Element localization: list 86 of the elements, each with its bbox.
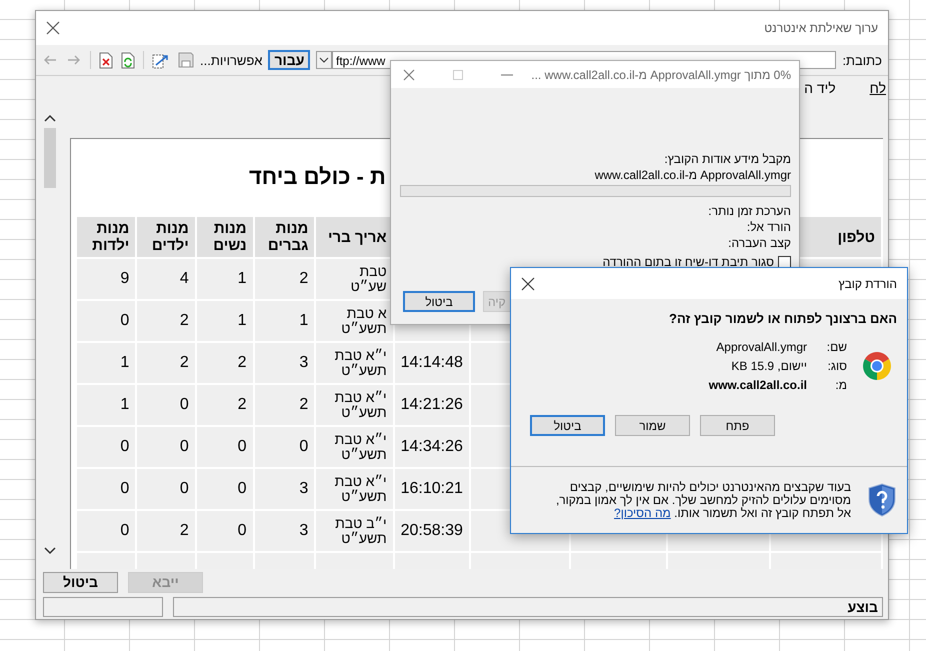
table-cell: 1 <box>77 385 136 425</box>
table-cell: 2 <box>137 511 195 551</box>
scroll-down-icon[interactable] <box>44 547 56 555</box>
cancel-button[interactable]: ביטול <box>43 572 118 592</box>
table-cell: 0 <box>77 469 136 509</box>
table-cell: 4 <box>137 259 195 299</box>
status-text: בוצע <box>173 597 883 617</box>
table-cell: 2 <box>254 385 314 425</box>
info-label: שם: <box>826 340 847 354</box>
table-cell: י״א טבת תשע״ט <box>316 469 393 509</box>
table-cell: א טבת תשע״ט <box>316 301 393 341</box>
table-cell: 0 <box>77 301 136 341</box>
cancel-button[interactable]: ביטול <box>530 415 605 436</box>
caret-icon <box>319 57 330 63</box>
file-text: ApprovalAll.ymgr מ-www.call2all.co.il <box>594 167 791 183</box>
column-header: מנות ילדים <box>137 217 195 257</box>
info-label: סוג: <box>826 359 847 373</box>
table-cell: י״ב טבת תשע״ט <box>316 511 393 551</box>
table-cell: י״א טבת תשע״ט <box>316 385 393 425</box>
open-button[interactable]: פתח <box>700 415 775 436</box>
info-label: מ: <box>834 378 847 392</box>
save-icon[interactable] <box>178 52 194 68</box>
table-cell: 0 <box>196 469 253 509</box>
window-title: ערוך שאילתת אינטרנט <box>764 21 878 35</box>
stop-page-icon[interactable] <box>99 52 113 68</box>
table-cell: 16:10:21 <box>394 469 469 509</box>
table-cell: 1 <box>196 259 253 299</box>
dialog-title: הורדת קובץ <box>838 276 897 290</box>
edit-query-icon[interactable] <box>152 52 170 68</box>
table-cell: 3 <box>254 343 314 383</box>
save-button[interactable]: שמור <box>615 415 690 436</box>
scroll-thumb[interactable] <box>44 128 56 188</box>
cancel-button[interactable]: ביטול <box>403 291 475 312</box>
info-value: www.call2all.co.il <box>708 378 807 392</box>
dialog-title: 0% מתוך ApprovalAll.ymgr מ-www.call2all.co.il ... <box>531 68 791 82</box>
close-icon[interactable] <box>521 276 535 290</box>
page-title: ת - כולם ביחד <box>249 164 386 190</box>
table-cell: 0 <box>77 427 136 467</box>
table-cell: 0 <box>137 385 195 425</box>
minimize-icon[interactable] <box>501 74 513 76</box>
table-cell: 2 <box>137 343 195 383</box>
table-cell: 0 <box>196 427 253 467</box>
table-cell: 3 <box>254 511 314 551</box>
refresh-page-icon[interactable] <box>121 52 135 68</box>
hint-text: ליד ה <box>804 80 836 96</box>
table-cell: 2 <box>196 343 253 383</box>
table-cell: 2 <box>254 259 314 299</box>
table-cell: 20:58:39 <box>394 511 469 551</box>
info-value: ApprovalAll.ymgr <box>716 340 807 354</box>
hint-text: לח <box>870 80 886 96</box>
scroll-up-icon[interactable] <box>44 114 56 122</box>
info-value: יישום, 15.9 KB <box>731 359 807 373</box>
table-cell: 2 <box>137 301 195 341</box>
table-cell: 1 <box>254 301 314 341</box>
field-label: הערכת זמן נותר: <box>708 203 791 219</box>
close-icon[interactable] <box>46 21 60 35</box>
table-cell: 14:21:26 <box>394 385 469 425</box>
table-cell: י״א טבת תשע״ט <box>316 343 393 383</box>
column-header: אריך ברי <box>316 217 393 257</box>
table-cell: 0 <box>196 511 253 551</box>
question-text: האם ברצונך לפתוח או לשמור קובץ זה? <box>668 311 897 326</box>
table-cell: 3 <box>254 469 314 509</box>
column-header: מנות ילדות <box>77 217 136 257</box>
status-text: מקבל מידע אודות הקובץ: <box>664 151 791 167</box>
table-cell: 2 <box>196 385 253 425</box>
table-cell: 14:34:26 <box>394 427 469 467</box>
dropdown-button[interactable] <box>316 51 332 69</box>
column-header: מנות גברים <box>254 217 314 257</box>
table-cell: 1 <box>196 301 253 341</box>
address-label: כתובת: <box>842 52 882 68</box>
column-header: מנות נשים <box>196 217 253 257</box>
table-cell: 14:14:48 <box>394 343 469 383</box>
options-button[interactable]: אפשרויות... <box>200 52 262 68</box>
table-cell: 0 <box>137 427 195 467</box>
table-cell: טבת שע״ט <box>316 259 393 299</box>
table-cell: 0 <box>254 427 314 467</box>
warning-text: בעוד שקבצים מהאינטרנט יכולים להיות שימושיים, קבצים מסוימים עלולים להזיק למחשב שלך. אם אין לך אמון במקור, אל תפתח קובץ זה ואל תשמור אותו. מה הסיכון? <box>554 480 851 520</box>
table-cell: י״א טבת תשע״ט <box>316 427 393 467</box>
browser-icon <box>861 350 893 382</box>
table-cell: 9 <box>77 259 136 299</box>
shield-help-icon <box>867 483 897 517</box>
table-cell: 0 <box>137 469 195 509</box>
risk-link[interactable]: מה הסיכון? <box>614 506 671 520</box>
table-cell: 1 <box>77 343 136 383</box>
table-cell: 0 <box>77 511 136 551</box>
go-button[interactable]: עבור <box>268 50 310 70</box>
